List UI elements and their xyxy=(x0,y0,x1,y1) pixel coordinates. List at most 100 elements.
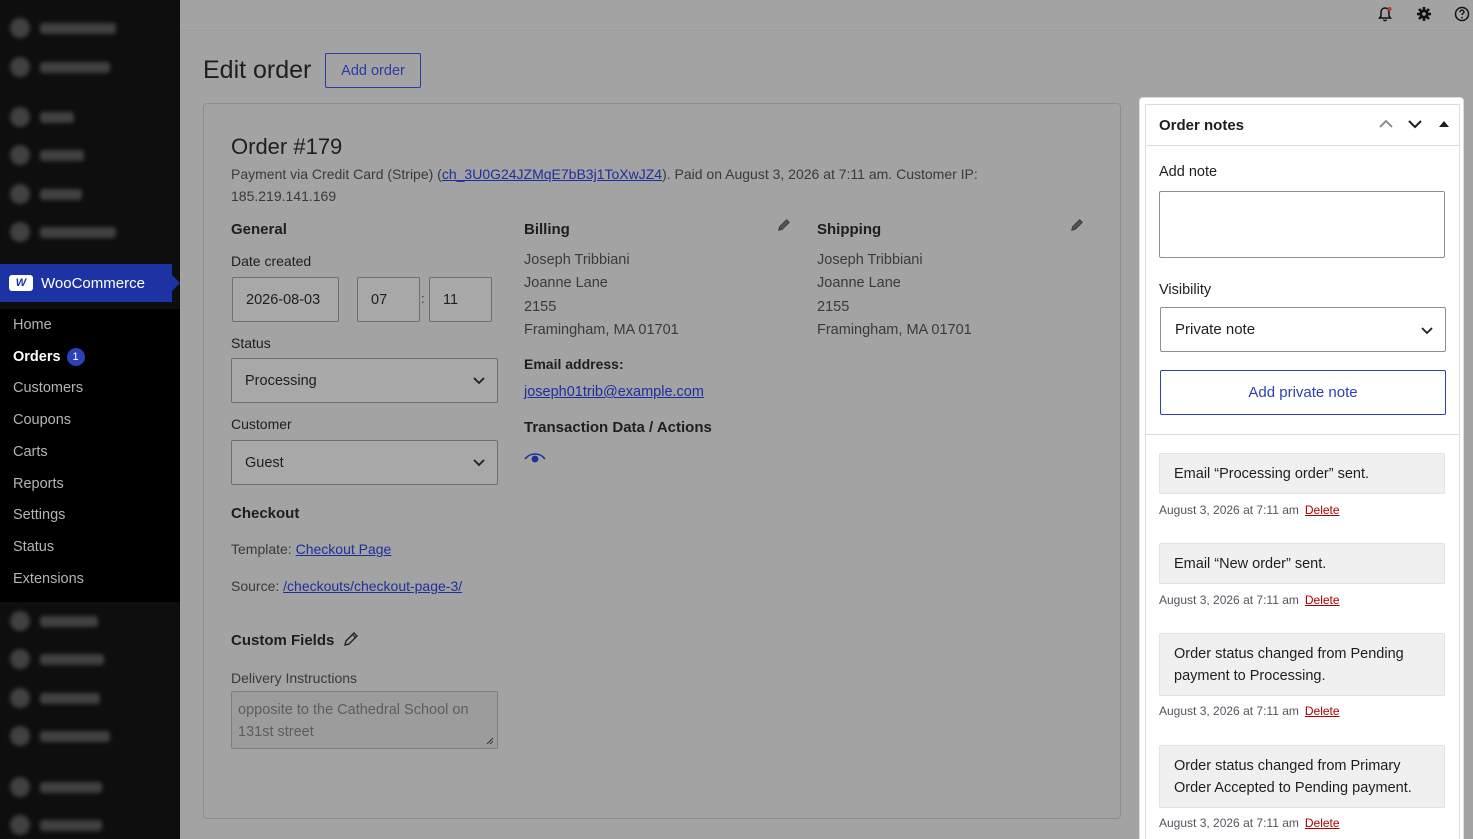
eye-icon[interactable] xyxy=(524,452,546,466)
checkout-source: Source: /checkouts/checkout-page-3/ xyxy=(231,578,462,594)
sidebar-item-woocommerce[interactable]: W WooCommerce xyxy=(0,264,180,302)
sidebar-item-settings[interactable]: Settings xyxy=(13,507,65,523)
blurred-menu-item[interactable] xyxy=(10,18,116,38)
admin-sidebar: W WooCommerce Home Orders 1 Customers Cou… xyxy=(0,0,180,839)
move-down-chevron-icon[interactable] xyxy=(1405,114,1425,134)
delete-note-link[interactable]: Delete xyxy=(1305,593,1340,607)
payment-info: Payment via Credit Card (Stripe) (ch_3U0… xyxy=(231,163,991,207)
sidebar-item-carts[interactable]: Carts xyxy=(13,444,48,460)
blurred-menu-item[interactable] xyxy=(10,649,104,669)
shipping-street: Joanne Lane xyxy=(817,275,901,292)
blurred-menu-item[interactable] xyxy=(10,688,100,708)
sidebar-item-label: Orders xyxy=(13,349,61,365)
checkout-template: Template: Checkout Page xyxy=(231,541,391,557)
top-bar xyxy=(180,0,1473,31)
sidebar-item-orders[interactable]: Orders 1 xyxy=(13,348,85,366)
date-created-input[interactable]: 2026-08-03 xyxy=(232,277,339,322)
sidebar-item-label: Extensions xyxy=(13,571,84,587)
customer-value: Guest xyxy=(245,454,284,471)
status-select[interactable]: Processing xyxy=(231,358,498,403)
note-date: August 3, 2026 at 7:11 am xyxy=(1159,503,1299,517)
move-up-chevron-icon[interactable] xyxy=(1376,114,1396,134)
transaction-id-link[interactable]: ch_3U0G24JZMqE7bB3j1ToXwJZ4 xyxy=(442,166,662,182)
delete-note-link[interactable]: Delete xyxy=(1305,816,1340,830)
delete-note-link[interactable]: Delete xyxy=(1305,704,1340,718)
delete-note-link[interactable]: Delete xyxy=(1305,503,1340,517)
transaction-data-heading: Transaction Data / Actions xyxy=(524,419,712,436)
shipping-heading: Shipping xyxy=(817,221,882,238)
shipping-city: Framingham, MA 01701 xyxy=(817,321,972,338)
order-notes-header: Order notes xyxy=(1146,105,1459,146)
page-title: Edit order xyxy=(203,56,312,84)
blurred-menu-item[interactable] xyxy=(10,222,116,242)
payment-info-prefix: Payment via Credit Card (Stripe) ( xyxy=(231,166,442,182)
edit-billing-pencil-icon[interactable] xyxy=(777,218,791,232)
minute-input[interactable]: 11 xyxy=(429,277,492,322)
sidebar-item-label: Carts xyxy=(13,444,48,460)
sidebar-item-reports[interactable]: Reports xyxy=(13,476,64,492)
help-icon[interactable] xyxy=(1454,6,1470,22)
chevron-down-icon xyxy=(1421,327,1433,335)
blurred-menu-item[interactable] xyxy=(10,726,110,746)
pencil-icon[interactable] xyxy=(343,631,359,647)
order-notes-title: Order notes xyxy=(1159,117,1245,134)
sidebar-item-coupons[interactable]: Coupons xyxy=(13,412,71,428)
orders-count-badge: 1 xyxy=(66,348,85,366)
customer-select[interactable]: Guest xyxy=(231,440,498,485)
shipping-address: Joseph Tribbiani Joanne Lane 2155 Framin… xyxy=(817,249,972,342)
shipping-name: Joseph Tribbiani xyxy=(817,252,923,268)
sidebar-item-status[interactable]: Status xyxy=(13,539,54,555)
bell-alert-icon[interactable] xyxy=(1377,6,1393,22)
note-date: August 3, 2026 at 7:11 am xyxy=(1159,816,1299,830)
billing-address: Joseph Tribbiani Joanne Lane 2155 Framin… xyxy=(524,249,679,342)
add-order-button[interactable]: Add order xyxy=(325,53,421,88)
sidebar-section-title: WooCommerce xyxy=(41,274,145,292)
add-private-note-button[interactable]: Add private note xyxy=(1160,370,1446,415)
date-created-label: Date created xyxy=(231,253,312,269)
note-item: Email “New order” sent. xyxy=(1159,543,1445,584)
note-textarea[interactable] xyxy=(1159,191,1445,258)
add-note-label: Add note xyxy=(1159,164,1218,180)
hour-input[interactable]: 07 xyxy=(357,277,420,322)
billing-street: Joanne Lane xyxy=(524,275,608,292)
collapse-triangle-icon[interactable] xyxy=(1434,114,1454,134)
minute-value: 11 xyxy=(443,291,459,308)
billing-email-link[interactable]: joseph01trib@example.com xyxy=(524,384,704,400)
sidebar-item-label: Customers xyxy=(13,380,84,396)
billing-number: 2155 xyxy=(524,298,557,315)
order-notes-box: Order notes Add note Visibility Private … xyxy=(1145,104,1460,839)
gear-icon[interactable] xyxy=(1416,6,1432,22)
delivery-instructions-textarea[interactable]: opposite to the Cathedral School on 131s… xyxy=(231,691,498,749)
blurred-menu-item[interactable] xyxy=(10,815,102,835)
template-label: Template: xyxy=(231,541,292,557)
blurred-menu-item[interactable] xyxy=(10,777,102,797)
blurred-menu-item[interactable] xyxy=(10,184,82,204)
template-link[interactable]: Checkout Page xyxy=(296,541,392,557)
resize-handle-icon[interactable] xyxy=(486,737,494,745)
note-date: August 3, 2026 at 7:11 am xyxy=(1159,704,1299,718)
blurred-menu-item[interactable] xyxy=(10,107,74,127)
visibility-select[interactable]: Private note xyxy=(1160,307,1446,352)
note-item: Email “Processing order” sent. xyxy=(1159,453,1445,494)
status-value: Processing xyxy=(245,372,317,389)
blurred-menu-item[interactable] xyxy=(10,57,110,77)
sidebar-item-home[interactable]: Home xyxy=(13,317,52,333)
note-item: Order status changed from Primary Order … xyxy=(1159,745,1445,808)
visibility-value: Private note xyxy=(1175,321,1256,338)
status-label: Status xyxy=(231,335,271,351)
custom-fields-heading: Custom Fields xyxy=(231,631,359,649)
sidebar-item-extensions[interactable]: Extensions xyxy=(13,571,84,587)
billing-heading: Billing xyxy=(524,221,570,238)
hour-value: 07 xyxy=(371,291,388,308)
order-notes-panel: Order notes Add note Visibility Private … xyxy=(1139,97,1464,839)
delivery-instructions-label: Delivery Instructions xyxy=(231,670,358,686)
sidebar-item-label: Reports xyxy=(13,476,64,492)
edit-shipping-pencil-icon[interactable] xyxy=(1070,218,1084,232)
source-link[interactable]: /checkouts/checkout-page-3/ xyxy=(283,578,462,594)
note-text: Email “Processing order” sent. xyxy=(1174,466,1370,482)
blurred-menu-item[interactable] xyxy=(10,611,98,631)
sidebar-item-label: Settings xyxy=(13,507,66,523)
sidebar-item-customers[interactable]: Customers xyxy=(13,380,83,396)
blurred-menu-item[interactable] xyxy=(10,145,84,165)
visibility-label: Visibility xyxy=(1159,282,1212,298)
